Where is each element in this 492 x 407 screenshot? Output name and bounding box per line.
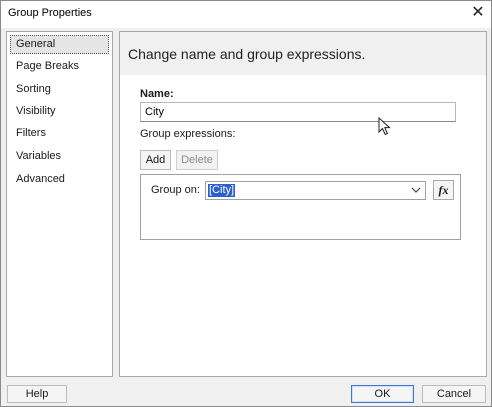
group-on-value: [City] xyxy=(208,184,236,197)
chevron-down-icon[interactable] xyxy=(410,183,422,198)
group-on-label: Group on: xyxy=(151,184,200,196)
cancel-button[interactable]: Cancel xyxy=(422,385,486,403)
panel-header-band: Change name and group expressions. xyxy=(120,32,486,75)
sidebar-item-filters[interactable]: Filters xyxy=(10,124,109,143)
sidebar-item-advanced[interactable]: Advanced xyxy=(10,170,109,189)
general-panel: Change name and group expressions. Name:… xyxy=(119,31,487,377)
name-label: Name: xyxy=(140,88,174,100)
mouse-pointer-icon xyxy=(378,117,391,136)
add-button[interactable]: Add xyxy=(140,150,171,170)
sidebar-item-general[interactable]: General xyxy=(10,35,109,54)
group-on-combobox[interactable]: [City] xyxy=(205,181,426,200)
close-icon[interactable]: ✕ xyxy=(469,4,487,22)
group-properties-dialog: Group Properties ✕ General Page Breaks S… xyxy=(0,0,492,407)
delete-button[interactable]: Delete xyxy=(176,150,218,170)
sidebar-item-visibility[interactable]: Visibility xyxy=(10,102,109,121)
help-button[interactable]: Help xyxy=(7,385,67,403)
group-expressions-label: Group expressions: xyxy=(140,128,236,140)
sidebar-item-page-breaks[interactable]: Page Breaks xyxy=(10,57,109,76)
panel-header: Change name and group expressions. xyxy=(128,46,366,62)
ok-button[interactable]: OK xyxy=(351,385,414,403)
group-expressions-list: Group on: [City] fx xyxy=(140,174,461,240)
sidebar-nav: General Page Breaks Sorting Visibility F… xyxy=(6,31,113,377)
sidebar-item-variables[interactable]: Variables xyxy=(10,147,109,166)
dialog-title: Group Properties xyxy=(8,7,92,19)
name-input[interactable] xyxy=(140,102,456,122)
expression-button[interactable]: fx xyxy=(433,180,454,200)
title-bar: Group Properties ✕ xyxy=(1,1,491,28)
sidebar-item-sorting[interactable]: Sorting xyxy=(10,80,109,99)
